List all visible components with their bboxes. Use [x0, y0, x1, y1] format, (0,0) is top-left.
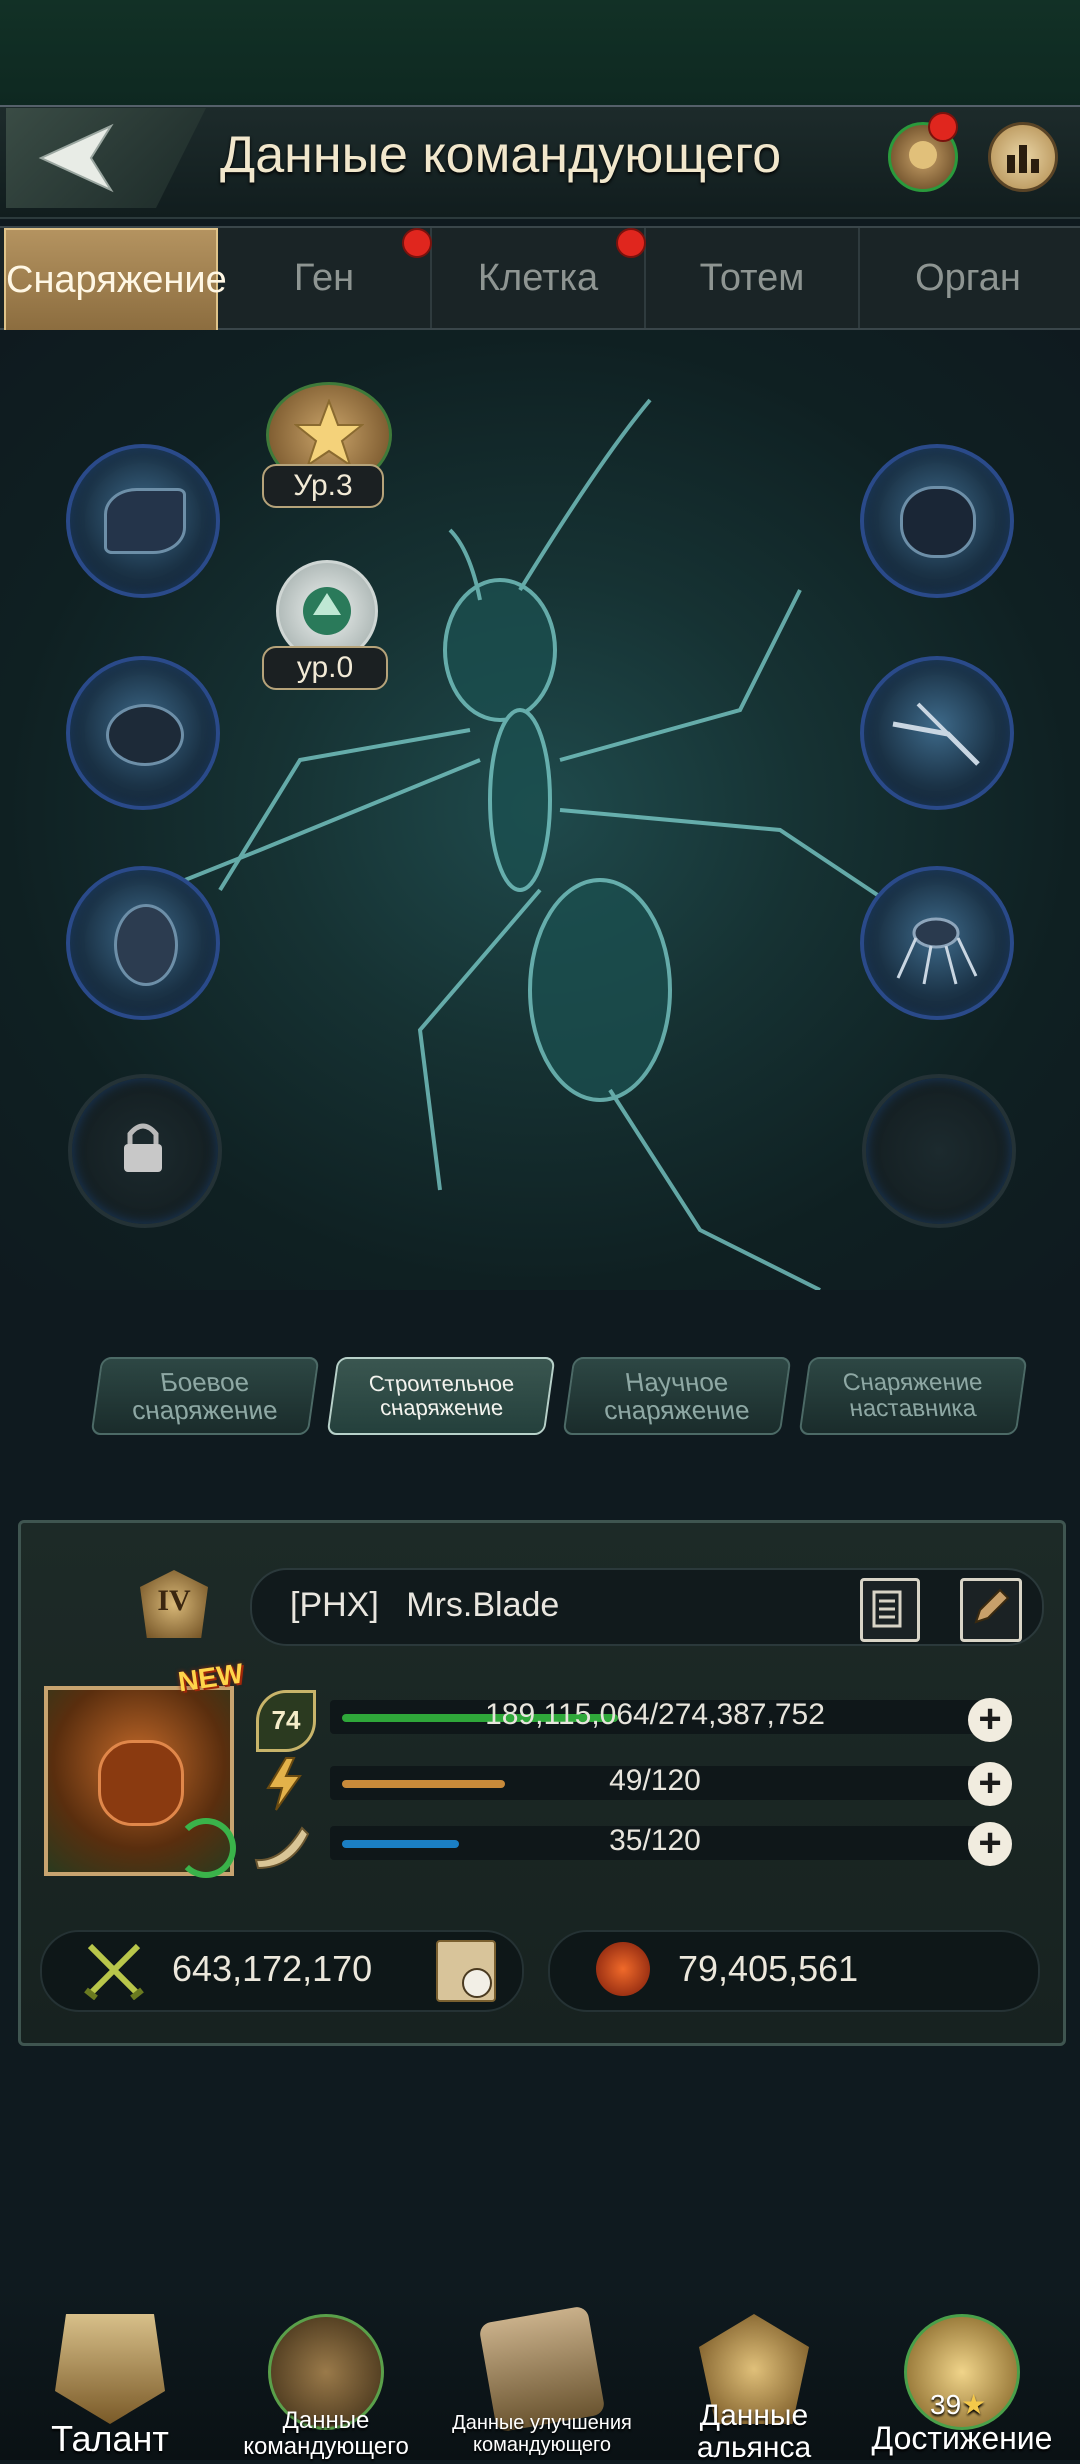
nav-alliance-data-label: Данные альянса: [696, 2399, 812, 2464]
tab-equipment[interactable]: Снаряжение: [4, 228, 227, 332]
horn-icon: [254, 1826, 310, 1870]
exp-value: 189,115,064/274,387,752: [485, 1698, 825, 1731]
power-value: 643,172,170: [172, 1948, 373, 1989]
tab-bar: Снаряжение Ген Клетка Тотем Орган: [0, 226, 1080, 332]
category-science-gear-label: Научное снаряжение: [602, 1367, 752, 1425]
category-combat-gear[interactable]: Боевое снаряжение: [90, 1357, 320, 1435]
nav-achievement[interactable]: 39★ Достижение: [862, 2300, 1062, 2460]
add-horn-button[interactable]: +: [968, 1822, 1012, 1866]
back-arrow-icon: [38, 123, 114, 193]
power-history-button[interactable]: [436, 1940, 496, 2002]
thorax-gear-icon: [106, 704, 184, 766]
category-mentor-gear-label: Снаряжение наставника: [841, 1369, 985, 1422]
star-icon: [294, 399, 364, 468]
kills-icon: [596, 1942, 650, 1996]
nav-commander-upgrade-label: Данные улучшения командующего: [452, 2412, 632, 2456]
legs-gear-icon: [896, 917, 978, 985]
energy-icon: [266, 1757, 302, 1811]
tab-totem[interactable]: Тотем: [646, 228, 860, 328]
nav-talent[interactable]: Талант: [10, 2300, 210, 2460]
nav-talent-label: Талант: [51, 2418, 169, 2459]
add-energy-button[interactable]: +: [968, 1762, 1012, 1806]
horn-value: 35/120: [609, 1824, 701, 1857]
bar-chart-icon: [1007, 145, 1039, 173]
lock-icon: [124, 1123, 162, 1172]
talent-icon: [55, 2314, 165, 2424]
category-combat-gear-label: Боевое снаряжение: [130, 1367, 280, 1425]
kills-value: 79,405,561: [678, 1948, 859, 1989]
level-value: 74: [271, 1705, 301, 1735]
gear-slot-abdomen[interactable]: [66, 866, 220, 1020]
nav-commander-data[interactable]: Данные командующего: [226, 2300, 426, 2460]
level-badge: 74: [256, 1690, 316, 1752]
stats-button[interactable]: [988, 122, 1058, 192]
notification-dot: [928, 112, 958, 142]
star-small-icon: ★: [961, 2389, 987, 2420]
emblem-icon: [303, 587, 351, 635]
nav-commander-upgrade[interactable]: Данные улучшения командующего: [442, 2300, 642, 2460]
star-rank-level: Ур.3: [262, 464, 384, 508]
rank-emblem-label: IV: [157, 1584, 191, 1617]
gear-slot-head[interactable]: [860, 444, 1014, 598]
page-title: Данные командующего: [220, 126, 782, 184]
nav-achievement-label: Достижение: [871, 2420, 1053, 2456]
gear-slot-mandible[interactable]: [66, 444, 220, 598]
alliance-tag: [PHX]: [290, 1586, 379, 1624]
abdomen-gear-icon: [114, 904, 178, 986]
copy-button[interactable]: [860, 1578, 920, 1642]
scroll-clock-icon: [462, 1968, 492, 1998]
head-gear-icon: [900, 486, 976, 558]
gear-slot-empty[interactable]: [862, 1074, 1016, 1228]
add-exp-button[interactable]: +: [968, 1698, 1012, 1742]
gear-slot-locked[interactable]: [68, 1074, 222, 1228]
edit-name-button[interactable]: [960, 1578, 1022, 1642]
tab-cell-notification-dot: [616, 228, 646, 258]
pencil-icon: [974, 1588, 1010, 1624]
mandible-gear-icon: [104, 488, 186, 554]
emblem-level: ур.0: [262, 646, 388, 690]
commander-profile-icon: [909, 141, 937, 169]
gear-slot-antenna[interactable]: [860, 656, 1014, 810]
tab-organ[interactable]: Орган: [860, 228, 1076, 328]
category-construction-gear[interactable]: Строительное снаряжение: [326, 1357, 556, 1435]
document-icon: [872, 1590, 902, 1628]
tab-gene-notification-dot: [402, 228, 432, 258]
category-science-gear[interactable]: Научное снаряжение: [562, 1357, 792, 1435]
tab-cell[interactable]: Клетка: [432, 228, 646, 328]
category-mentor-gear[interactable]: Снаряжение наставника: [798, 1357, 1028, 1435]
energy-value: 49/120: [609, 1764, 701, 1797]
achievement-count: 39★: [930, 2389, 987, 2420]
tab-gene[interactable]: Ген: [218, 228, 432, 328]
commander-name: [PHX] Mrs.Blade: [290, 1580, 559, 1630]
antenna-gear-icon: [892, 702, 980, 766]
crossed-swords-icon: [84, 1943, 144, 2000]
gear-slot-legs[interactable]: [860, 866, 1014, 1020]
nav-alliance-data[interactable]: Данные альянса: [654, 2300, 854, 2464]
nav-commander-data-label: Данные командующего: [243, 2407, 409, 2460]
refresh-icon[interactable]: [176, 1818, 236, 1878]
ant-portrait-icon: [98, 1740, 184, 1826]
category-construction-gear-label: Строительное снаряжение: [366, 1371, 516, 1420]
gear-slot-thorax[interactable]: [66, 656, 220, 810]
player-name: Mrs.Blade: [406, 1586, 560, 1624]
